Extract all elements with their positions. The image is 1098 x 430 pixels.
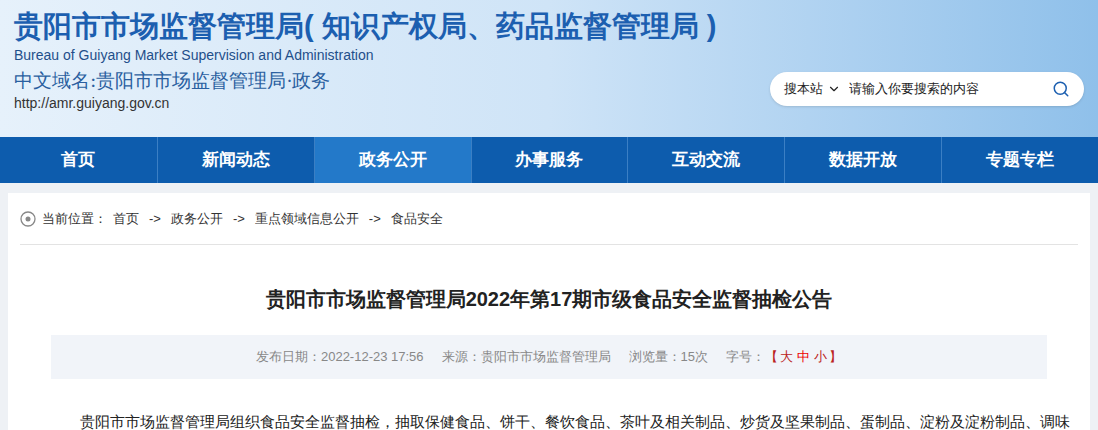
site-header: 贵阳市市场监督管理局( 知识产权局、药品监督管理局 )Bureau of Gui… bbox=[0, 0, 1098, 137]
breadcrumb-item[interactable]: 重点领域信息公开 bbox=[255, 209, 359, 229]
location-icon bbox=[20, 211, 36, 227]
search-icon[interactable] bbox=[1052, 80, 1070, 98]
main-nav: 首页新闻动态政务公开办事服务互动交流数据开放专题专栏 bbox=[0, 137, 1098, 183]
article-title: 贵阳市市场监督管理局2022年第17期市级食品安全监督抽检公告 bbox=[8, 285, 1090, 313]
font-size-option[interactable]: 小 bbox=[814, 349, 827, 364]
breadcrumb-item[interactable]: 食品安全 bbox=[391, 209, 443, 229]
nav-item[interactable]: 新闻动态 bbox=[157, 137, 314, 183]
breadcrumb-separator: -> bbox=[233, 209, 245, 229]
article-meta: 发布日期：2022-12-23 17:56 来源：贵阳市市场监督管理局浏览量：15… bbox=[51, 335, 1047, 379]
font-size-option[interactable]: 大 bbox=[780, 349, 793, 364]
nav-item[interactable]: 专题专栏 bbox=[941, 137, 1098, 183]
breadcrumb-separator: -> bbox=[149, 209, 161, 229]
search-scope[interactable]: 搜本站 bbox=[784, 79, 841, 99]
site-english: Bureau of Guiyang Market Supervision and… bbox=[14, 46, 716, 64]
meta-item: 发布日期：2022-12-23 17:56 bbox=[256, 347, 424, 367]
nav-item[interactable]: 办事服务 bbox=[471, 137, 628, 183]
breadcrumb: 当前位置： 首页 -> 政务公开 -> 重点领域信息公开 -> 食品安全 bbox=[20, 193, 1078, 245]
breadcrumb-item[interactable]: 首页 bbox=[113, 209, 139, 229]
search-box: 搜本站 bbox=[770, 72, 1084, 106]
nav-item[interactable]: 首页 bbox=[0, 137, 157, 183]
nav-item[interactable]: 数据开放 bbox=[784, 137, 941, 183]
meta-item: 浏览量：15次 bbox=[629, 347, 708, 367]
site-url: http://amr.guiyang.gov.cn bbox=[14, 94, 716, 112]
article-body: 贵阳市市场监督管理局组织食品安全监督抽检，抽取保健食品、饼干、餐饮食品、茶叶及相… bbox=[80, 409, 1018, 430]
site-domain: 中文域名:贵阳市市场监督管理局·政务 bbox=[14, 66, 716, 94]
search-input[interactable] bbox=[849, 79, 1044, 99]
chevron-down-icon bbox=[827, 82, 841, 96]
breadcrumb-item[interactable]: 政务公开 bbox=[171, 209, 223, 229]
site-branding: 贵阳市市场监督管理局( 知识产权局、药品监督管理局 )Bureau of Gui… bbox=[14, 6, 716, 137]
breadcrumb-label: 当前位置： bbox=[42, 209, 107, 229]
nav-item[interactable]: 互动交流 bbox=[627, 137, 784, 183]
content-panel: 当前位置： 首页 -> 政务公开 -> 重点领域信息公开 -> 食品安全贵阳市市场监督管理局2… bbox=[8, 193, 1090, 430]
meta-item: 来源：贵阳市市场监督管理局 bbox=[442, 347, 611, 367]
breadcrumb-separator: -> bbox=[369, 209, 381, 229]
page: 贵阳市市场监督管理局( 知识产权局、药品监督管理局 )Bureau of Gui… bbox=[0, 0, 1098, 430]
site-title: 贵阳市市场监督管理局( 知识产权局、药品监督管理局 ) bbox=[14, 6, 716, 46]
font-size-control: 字号：【大中小】 bbox=[726, 347, 842, 367]
nav-item[interactable]: 政务公开 bbox=[314, 137, 471, 183]
font-size-option[interactable]: 中 bbox=[797, 349, 810, 364]
